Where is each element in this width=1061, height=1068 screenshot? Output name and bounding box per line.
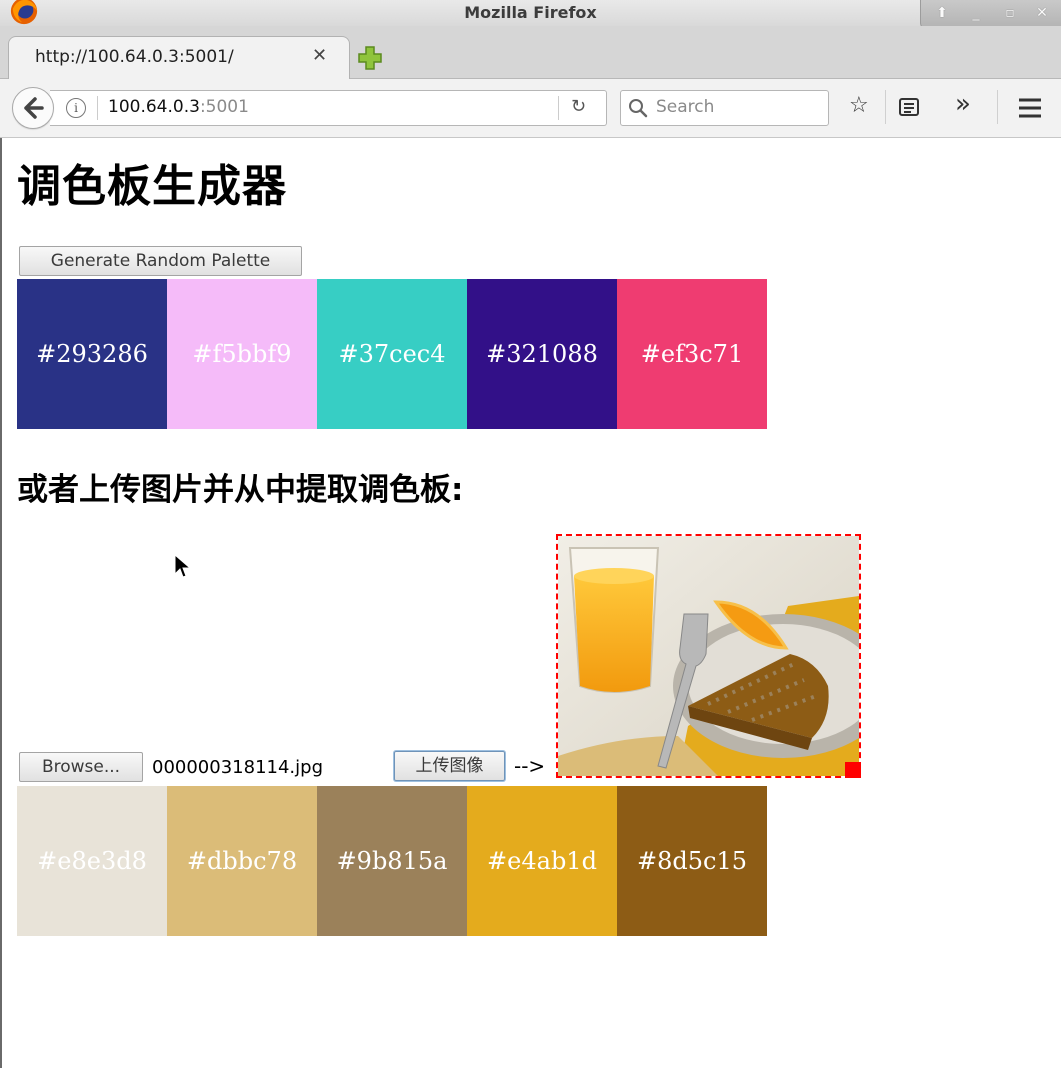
toolbar-separator <box>885 90 886 124</box>
window-close-icon[interactable]: ✕ <box>1031 3 1053 23</box>
back-arrow-icon <box>24 97 44 119</box>
mouse-cursor-icon <box>174 554 192 578</box>
tab-active[interactable]: http://100.64.0.3:5001/ ✕ <box>8 36 350 79</box>
search-icon <box>629 99 648 118</box>
window-minimize-icon[interactable]: _ <box>965 3 987 23</box>
selected-file-name: 000000318114.jpg <box>152 757 323 778</box>
url-text[interactable]: 100.64.0.3:5001 <box>108 97 249 117</box>
url-separator <box>97 96 98 120</box>
url-bar[interactable]: i 100.64.0.3:5001 ↻ <box>50 90 607 126</box>
image-swatch-1: #e8e3d8 <box>17 786 167 936</box>
random-palette: #293286 #f5bbf9 #37cec4 #321088 #ef3c71 <box>17 279 767 429</box>
info-icon[interactable]: i <box>66 98 86 118</box>
toolbar-separator-2 <box>997 90 998 124</box>
generate-random-palette-button[interactable]: Generate Random Palette <box>19 246 302 276</box>
uploaded-photo <box>558 536 859 776</box>
image-swatch-4: #e4ab1d <box>467 786 617 936</box>
search-bar[interactable]: Search <box>620 90 829 126</box>
image-swatch-2: #dbbc78 <box>167 786 317 936</box>
reload-icon[interactable]: ↻ <box>571 96 586 117</box>
window-title: Mozilla Firefox <box>464 3 597 22</box>
window-controls: ⬆ _ ▫ ✕ <box>920 0 1061 29</box>
upload-image-button[interactable]: 上传图像 <box>394 751 505 781</box>
random-swatch-5: #ef3c71 <box>617 279 767 429</box>
image-swatch-3: #9b815a <box>317 786 467 936</box>
tab-close-icon[interactable]: ✕ <box>312 45 327 66</box>
image-palette: #e8e3d8 #dbbc78 #9b815a #e4ab1d #8d5c15 <box>17 786 767 936</box>
hamburger-menu-icon[interactable] <box>1017 97 1043 119</box>
image-preview <box>556 534 861 778</box>
image-swatch-5: #8d5c15 <box>617 786 767 936</box>
tab-title: http://100.64.0.3:5001/ <box>35 47 234 67</box>
window-up-icon[interactable]: ⬆ <box>931 3 953 23</box>
url-host: 100.64.0.3 <box>108 97 200 117</box>
window-left-edge <box>0 138 2 1068</box>
window-titlebar: Mozilla Firefox ⬆ _ ▫ ✕ <box>0 0 1061 29</box>
page-title: 调色板生成器 <box>17 161 287 212</box>
tab-strip: http://100.64.0.3:5001/ ✕ <box>0 26 1061 79</box>
page-content: 调色板生成器 Generate Random Palette #293286 #… <box>0 138 1061 1068</box>
new-tab-icon[interactable] <box>356 44 384 72</box>
url-port: :5001 <box>199 97 249 117</box>
navigation-bar: i 100.64.0.3:5001 ↻ Search ☆ » <box>0 79 1061 138</box>
preview-resize-handle[interactable] <box>845 762 861 778</box>
random-swatch-1: #293286 <box>17 279 167 429</box>
reading-list-icon[interactable] <box>897 95 921 119</box>
back-button[interactable] <box>12 87 54 129</box>
bookmark-star-icon[interactable]: ☆ <box>849 93 869 118</box>
random-swatch-4: #321088 <box>467 279 617 429</box>
upload-heading: 或者上传图片并从中提取调色板: <box>17 472 464 508</box>
overflow-menu-icon[interactable]: » <box>955 89 971 119</box>
random-swatch-2: #f5bbf9 <box>167 279 317 429</box>
random-swatch-3: #37cec4 <box>317 279 467 429</box>
search-placeholder: Search <box>656 97 715 117</box>
arrow-text: --> <box>514 754 546 778</box>
browse-button[interactable]: Browse... <box>19 752 143 782</box>
window-maximize-icon[interactable]: ▫ <box>999 3 1021 23</box>
reload-separator <box>558 96 559 120</box>
